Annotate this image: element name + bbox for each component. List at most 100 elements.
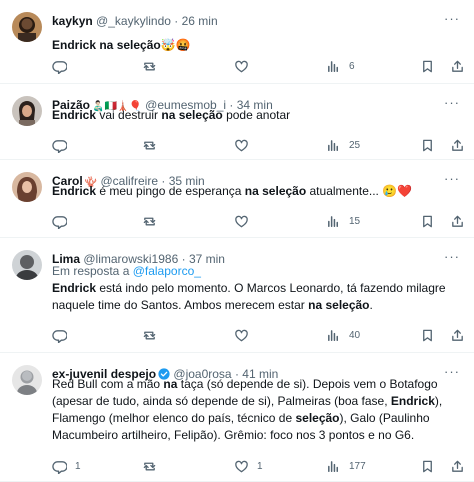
share-button[interactable] bbox=[450, 457, 465, 475]
tweet[interactable]: Lima @limarowski1986 · 37 min ··· Em respo… bbox=[0, 238, 474, 353]
tweet[interactable]: Carol 🪸 @califreire · 35 min ··· Endrick é … bbox=[0, 160, 474, 238]
bookmark-button[interactable] bbox=[420, 57, 435, 75]
more-dots-icon[interactable]: ··· bbox=[444, 12, 460, 26]
view-count: 6 bbox=[349, 60, 355, 72]
heart-icon bbox=[234, 328, 249, 343]
like-button[interactable]: 1 bbox=[234, 457, 263, 475]
avatar-carol[interactable] bbox=[12, 172, 42, 202]
retweet-icon bbox=[142, 138, 157, 153]
reply-icon bbox=[52, 214, 67, 229]
separator-dot: · bbox=[174, 14, 179, 28]
reply-context-handle[interactable]: @falaporco_ bbox=[133, 264, 201, 278]
retweet-button[interactable] bbox=[142, 212, 157, 230]
tweet-text: Endrick é meu pingo de esperança na sele… bbox=[52, 183, 454, 200]
views-button[interactable]: 25 bbox=[326, 136, 360, 154]
views-icon bbox=[326, 459, 341, 474]
heart-icon bbox=[234, 459, 249, 474]
retweet-icon bbox=[142, 328, 157, 343]
tweet-actions: 25 bbox=[52, 136, 466, 154]
tweet-text: Red Bull com a mão na taça (só depende d… bbox=[52, 376, 454, 444]
tweet-text-highlight: na seleção bbox=[244, 184, 307, 198]
tweet-text-segment: vai destruir bbox=[96, 108, 162, 122]
like-button[interactable] bbox=[234, 136, 249, 154]
reply-button[interactable] bbox=[52, 212, 67, 230]
heart-icon bbox=[234, 59, 249, 74]
avatar-paizao[interactable] bbox=[12, 96, 42, 126]
tweet-text: Endrick vai destruir na seleção pode ano… bbox=[52, 107, 454, 124]
tweet-text-highlight: Endrick bbox=[390, 394, 435, 408]
views-button[interactable]: 6 bbox=[326, 57, 355, 75]
views-icon bbox=[326, 214, 341, 229]
avatar-lima[interactable] bbox=[12, 250, 42, 280]
retweet-button[interactable] bbox=[142, 326, 157, 344]
share-icon bbox=[450, 214, 465, 229]
tweet-text-segment: é meu pingo de esperança bbox=[96, 184, 245, 198]
bookmark-icon bbox=[420, 138, 435, 153]
tweet-text-highlight: na seleção bbox=[96, 38, 161, 52]
reply-button[interactable]: 1 bbox=[52, 457, 81, 475]
tweet-text-segment: pode anotar bbox=[222, 108, 291, 122]
share-button[interactable] bbox=[450, 212, 465, 230]
tweet-timestamp[interactable]: 26 min bbox=[182, 14, 218, 28]
like-button[interactable] bbox=[234, 326, 249, 344]
tweet-header: kaykyn @_kaykylindo · 26 min bbox=[52, 13, 464, 30]
tweet-text-highlight: na seleção bbox=[161, 108, 223, 122]
bookmark-button[interactable] bbox=[420, 457, 435, 475]
tweet[interactable]: ex-juvenil despejo @joa0rosa · 41 min ···… bbox=[0, 353, 474, 482]
bookmark-button[interactable] bbox=[420, 136, 435, 154]
like-button[interactable] bbox=[234, 57, 249, 75]
tweet-text-highlight: na seleção bbox=[308, 298, 370, 312]
views-icon bbox=[326, 59, 341, 74]
more-dots-icon[interactable]: ··· bbox=[444, 250, 460, 264]
reply-button[interactable] bbox=[52, 326, 67, 344]
retweet-button[interactable] bbox=[142, 457, 157, 475]
reply-button[interactable] bbox=[52, 136, 67, 154]
tweet[interactable]: kaykyn @_kaykylindo · 26 min ··· Endrick n… bbox=[0, 0, 474, 84]
tweet-text-segment: está indo pelo momento. O Marcos Leonard… bbox=[52, 281, 446, 312]
tweet-actions: 1 1 177 bbox=[52, 457, 466, 475]
tweet-text-segment: Red Bull com a mão bbox=[52, 377, 164, 391]
views-button[interactable]: 177 bbox=[326, 457, 366, 475]
retweet-button[interactable] bbox=[142, 136, 157, 154]
tweet-text-segment: . bbox=[369, 298, 373, 312]
share-icon bbox=[450, 459, 465, 474]
views-button[interactable]: 40 bbox=[326, 326, 360, 344]
bookmark-icon bbox=[420, 59, 435, 74]
author-handle[interactable]: @_kaykylindo bbox=[96, 14, 171, 28]
bookmark-button[interactable] bbox=[420, 212, 435, 230]
view-count: 25 bbox=[349, 139, 361, 151]
tweet-actions: 6 bbox=[52, 57, 466, 75]
tweet-text-highlight: seleção bbox=[295, 411, 340, 425]
retweet-icon bbox=[142, 459, 157, 474]
tweet-actions: 15 bbox=[52, 212, 466, 230]
reply-icon bbox=[52, 59, 67, 74]
views-icon bbox=[326, 328, 341, 343]
bookmark-icon bbox=[420, 328, 435, 343]
tweet-text-highlight: na bbox=[163, 377, 178, 391]
tweet-text: Endrick está indo pelo momento. O Marcos… bbox=[52, 280, 454, 314]
avatar-kaykyn[interactable] bbox=[12, 12, 42, 42]
reply-context-label: Em resposta a bbox=[52, 264, 133, 278]
retweet-icon bbox=[142, 59, 157, 74]
retweet-icon bbox=[142, 214, 157, 229]
reply-icon bbox=[52, 459, 67, 474]
bookmark-button[interactable] bbox=[420, 326, 435, 344]
share-button[interactable] bbox=[450, 136, 465, 154]
avatar-ex-juvenil-despejo[interactable] bbox=[12, 365, 42, 395]
tweet-text-highlight: Endrick bbox=[52, 281, 97, 295]
like-button[interactable] bbox=[234, 212, 249, 230]
tweet[interactable]: Paizão 👨🏻‍🍼🇮🇹🗼🎈 @eumesmob_i · 34 min ··· En… bbox=[0, 84, 474, 160]
share-button[interactable] bbox=[450, 57, 465, 75]
reply-count: 1 bbox=[75, 460, 81, 472]
retweet-button[interactable] bbox=[142, 57, 157, 75]
views-button[interactable]: 15 bbox=[326, 212, 360, 230]
tweet-text-segment: atualmente... 🥲❤️ bbox=[306, 184, 413, 198]
reply-button[interactable] bbox=[52, 57, 67, 75]
tweet-text-highlight: Endrick bbox=[52, 184, 97, 198]
author-name[interactable]: kaykyn bbox=[52, 14, 93, 28]
share-button[interactable] bbox=[450, 326, 465, 344]
tweet-feed: kaykyn @_kaykylindo · 26 min ··· Endrick n… bbox=[0, 0, 474, 482]
view-count: 40 bbox=[349, 329, 361, 341]
reply-icon bbox=[52, 138, 67, 153]
share-icon bbox=[450, 59, 465, 74]
